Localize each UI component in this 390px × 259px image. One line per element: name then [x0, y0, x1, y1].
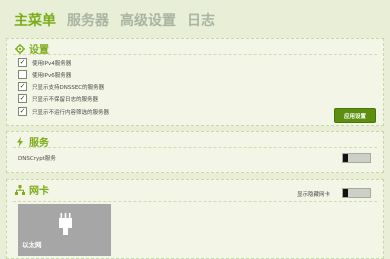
service-panel: 服务 DNSCrypt服务	[6, 131, 384, 173]
apply-settings-button[interactable]: 应用设置	[334, 108, 376, 123]
tab-logs[interactable]: 日志	[187, 11, 215, 31]
main-tabs: 主菜单 服务器 高级设置 日志	[14, 9, 215, 31]
settings-panel: 设置 ✓ 使用IPv4服务器 使用IPv6服务器 ✓ 只显示支持DNSSEC的服…	[6, 38, 384, 126]
ethernet-plug-icon	[59, 213, 72, 235]
tab-main-menu[interactable]: 主菜单	[14, 11, 56, 31]
option-no-logs[interactable]: ✓ 只显示不保留日志的服务器	[18, 93, 98, 104]
option-label-no-filter: 只显示不运行内容筛选的服务器	[32, 109, 110, 116]
show-hidden-nic-label: 显示隐藏网卡	[297, 192, 331, 198]
tab-advanced-settings[interactable]: 高级设置	[120, 11, 176, 31]
network-card-panel: 网卡 显示隐藏网卡 以太网	[6, 179, 384, 259]
checkbox-use-ipv4[interactable]: ✓	[18, 58, 27, 67]
show-hidden-nic-toggle[interactable]	[342, 188, 371, 198]
option-label-use-ipv4: 使用IPv4服务器	[32, 60, 72, 67]
service-divider	[13, 147, 377, 148]
option-dnssec-only[interactable]: ✓ 只显示支持DNSSEC的服务器	[18, 81, 104, 92]
nic-title: 网卡	[29, 186, 49, 197]
option-label-no-logs: 只显示不保留日志的服务器	[32, 96, 99, 103]
tab-servers[interactable]: 服务器	[67, 11, 109, 31]
checkbox-no-logs[interactable]: ✓	[18, 94, 27, 103]
dnscrypt-service-toggle[interactable]	[342, 153, 371, 163]
option-use-ipv4[interactable]: ✓ 使用IPv4服务器	[18, 57, 71, 68]
toggle-knob	[343, 189, 348, 197]
nic-divider	[13, 201, 377, 202]
network-icon	[15, 184, 25, 195]
checkbox-dnssec-only[interactable]: ✓	[18, 82, 27, 91]
nic-header: 网卡	[15, 182, 49, 197]
option-label-dnssec-only: 只显示支持DNSSEC的服务器	[32, 84, 105, 91]
dnscrypt-service-label: DNSCrypt服务	[18, 156, 56, 162]
nic-card-name: 以太网	[22, 241, 42, 249]
settings-gear-icon	[15, 43, 25, 54]
nic-card-ethernet[interactable]: 以太网	[18, 204, 111, 256]
checkbox-use-ipv6[interactable]	[18, 70, 27, 79]
lightning-icon	[15, 136, 25, 147]
option-use-ipv6[interactable]: 使用IPv6服务器	[18, 69, 71, 80]
option-no-filter[interactable]: ✓ 只显示不运行内容筛选的服务器	[18, 106, 109, 117]
checkbox-no-filter[interactable]: ✓	[18, 107, 27, 116]
settings-divider	[13, 54, 377, 55]
toggle-knob	[343, 154, 348, 162]
option-label-use-ipv6: 使用IPv6服务器	[32, 72, 72, 79]
